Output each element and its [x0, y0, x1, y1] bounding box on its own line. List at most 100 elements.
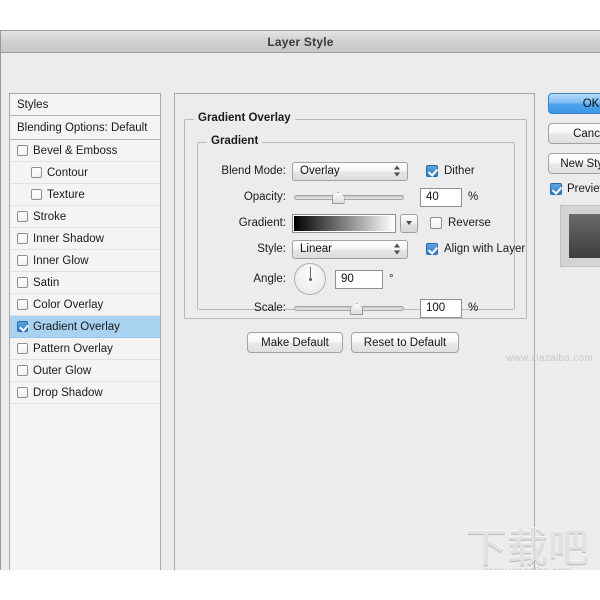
opacity-slider[interactable] [294, 188, 404, 206]
sidebar-item-drop-shadow[interactable]: Drop Shadow [10, 382, 160, 404]
make-default-button[interactable]: Make Default [247, 332, 343, 353]
sidebar-item-label: Bevel & Emboss [33, 144, 118, 157]
sidebar-item-satin[interactable]: Satin [10, 272, 160, 294]
sidebar-item-label: Texture [47, 188, 85, 201]
cancel-label: Cancel [573, 127, 600, 140]
sidebar-item-gradient-overlay[interactable]: Gradient Overlay [10, 316, 160, 338]
preview-label: Preview [567, 183, 600, 195]
style-row: Style: Linear Align with Layer [208, 239, 525, 259]
opacity-input[interactable]: 40 [420, 187, 462, 207]
gradient-overlay-group: Gradient Overlay Gradient Blend Mode: Ov… [184, 112, 527, 319]
effects-list: Bevel & Emboss Contour Texture Stroke In… [10, 140, 160, 404]
scale-label: Scale: [254, 302, 286, 314]
angle-dial[interactable] [294, 263, 326, 295]
reverse-checkbox[interactable] [430, 217, 442, 229]
sidebar-item-label: Inner Shadow [33, 232, 104, 245]
dither-label: Dither [444, 165, 475, 177]
new-style-button[interactable]: New Style... [548, 153, 600, 174]
reset-to-default-button[interactable]: Reset to Default [351, 332, 459, 353]
angle-hub-icon [308, 277, 312, 281]
blend-mode-label: Blend Mode: [221, 165, 286, 177]
gradient-overlay-checkbox[interactable] [17, 321, 28, 332]
preview-checkbox[interactable] [550, 183, 562, 195]
sidebar-item-bevel-emboss[interactable]: Bevel & Emboss [10, 140, 160, 162]
sidebar-item-pattern-overlay[interactable]: Pattern Overlay [10, 338, 160, 360]
sidebar-item-label: Outer Glow [33, 364, 92, 377]
layer-style-window: Layer Style Styles Blending Options: Def… [0, 30, 600, 575]
window-title: Layer Style [267, 34, 334, 49]
ok-button[interactable]: OK [548, 93, 600, 114]
opacity-label: Opacity: [243, 191, 286, 203]
screenshot-root: Layer Style Styles Blending Options: Def… [0, 0, 600, 600]
gradient-overlay-group-title: Gradient Overlay [194, 112, 295, 124]
sidebar-item-label: Drop Shadow [33, 386, 103, 399]
preview-row[interactable]: Preview [550, 183, 600, 195]
style-value: Linear [300, 243, 332, 255]
scale-slider[interactable] [294, 299, 404, 317]
sidebar-item-label: Satin [33, 276, 60, 289]
styles-panel: Styles Blending Options: Default Bevel &… [9, 93, 161, 575]
texture-checkbox[interactable] [31, 189, 42, 200]
blending-options-label: Blending Options: Default [17, 121, 148, 134]
scale-slider-track [294, 306, 404, 311]
blend-mode-select[interactable]: Overlay [292, 161, 408, 181]
opacity-value: 40 [426, 191, 439, 203]
dither-checkbox[interactable] [426, 165, 438, 177]
pattern-overlay-checkbox[interactable] [17, 343, 28, 354]
gradient-swatch[interactable] [292, 213, 396, 233]
sidebar-item-stroke[interactable]: Stroke [10, 206, 160, 228]
angle-row: Angle: 90 ° [208, 261, 394, 297]
inner-glow-checkbox[interactable] [17, 255, 28, 266]
new-style-label: New Style... [560, 157, 600, 170]
angle-label: Angle: [253, 273, 286, 285]
contour-checkbox[interactable] [31, 167, 42, 178]
angle-input[interactable]: 90 [335, 269, 383, 289]
dialog-body: Styles Blending Options: Default Bevel &… [1, 53, 600, 575]
gradient-picker-dropdown[interactable] [400, 213, 418, 233]
sidebar-item-label: Inner Glow [33, 254, 89, 267]
scale-value: 100 [426, 302, 446, 314]
sidebar-item-label: Color Overlay [33, 298, 104, 311]
style-select[interactable]: Linear [292, 239, 408, 259]
bottom-strip [0, 570, 600, 600]
scale-row: Scale: 100 % [208, 298, 478, 318]
outer-glow-checkbox[interactable] [17, 365, 28, 376]
color-overlay-checkbox[interactable] [17, 299, 28, 310]
opacity-unit: % [468, 191, 479, 203]
sidebar-item-label: Gradient Overlay [33, 320, 120, 333]
style-label: Style: [257, 243, 286, 255]
sidebar-item-inner-glow[interactable]: Inner Glow [10, 250, 160, 272]
opacity-slider-thumb[interactable] [332, 192, 345, 204]
reverse-label: Reverse [448, 217, 491, 229]
watermark-small: www.xiazaiba.com [505, 353, 593, 364]
sidebar-item-inner-shadow[interactable]: Inner Shadow [10, 228, 160, 250]
sidebar-item-outer-glow[interactable]: Outer Glow [10, 360, 160, 382]
sidebar-item-label: Pattern Overlay [33, 342, 113, 355]
gradient-group-title: Gradient [207, 135, 263, 147]
drop-shadow-checkbox[interactable] [17, 387, 28, 398]
updown-arrows-icon [394, 165, 401, 178]
stroke-checkbox[interactable] [17, 211, 28, 222]
inner-shadow-checkbox[interactable] [17, 233, 28, 244]
sidebar-item-texture[interactable]: Texture [10, 184, 160, 206]
align-with-layer-label: Align with Layer [444, 243, 526, 255]
gradient-preview [294, 215, 394, 231]
styles-header-label: Styles [17, 98, 49, 111]
gradient-row: Gradient: Reverse [208, 213, 491, 233]
sidebar-item-color-overlay[interactable]: Color Overlay [10, 294, 160, 316]
bevel-emboss-checkbox[interactable] [17, 145, 28, 156]
opacity-row: Opacity: 40 % [208, 187, 478, 207]
cancel-button[interactable]: Cancel [548, 123, 600, 144]
align-with-layer-checkbox[interactable] [426, 243, 438, 255]
satin-checkbox[interactable] [17, 277, 28, 288]
sidebar-item-blending-options[interactable]: Blending Options: Default [10, 116, 160, 140]
reset-to-default-label: Reset to Default [363, 336, 447, 349]
gradient-overlay-panel: Gradient Overlay Gradient Blend Mode: Ov… [174, 93, 535, 575]
scale-input[interactable]: 100 [420, 298, 462, 318]
sidebar-item-contour[interactable]: Contour [10, 162, 160, 184]
ok-label: OK [582, 97, 600, 110]
window-titlebar[interactable]: Layer Style [1, 31, 600, 53]
make-default-label: Make Default [261, 336, 329, 349]
scale-slider-thumb[interactable] [350, 303, 363, 315]
styles-panel-header: Styles [10, 94, 160, 116]
